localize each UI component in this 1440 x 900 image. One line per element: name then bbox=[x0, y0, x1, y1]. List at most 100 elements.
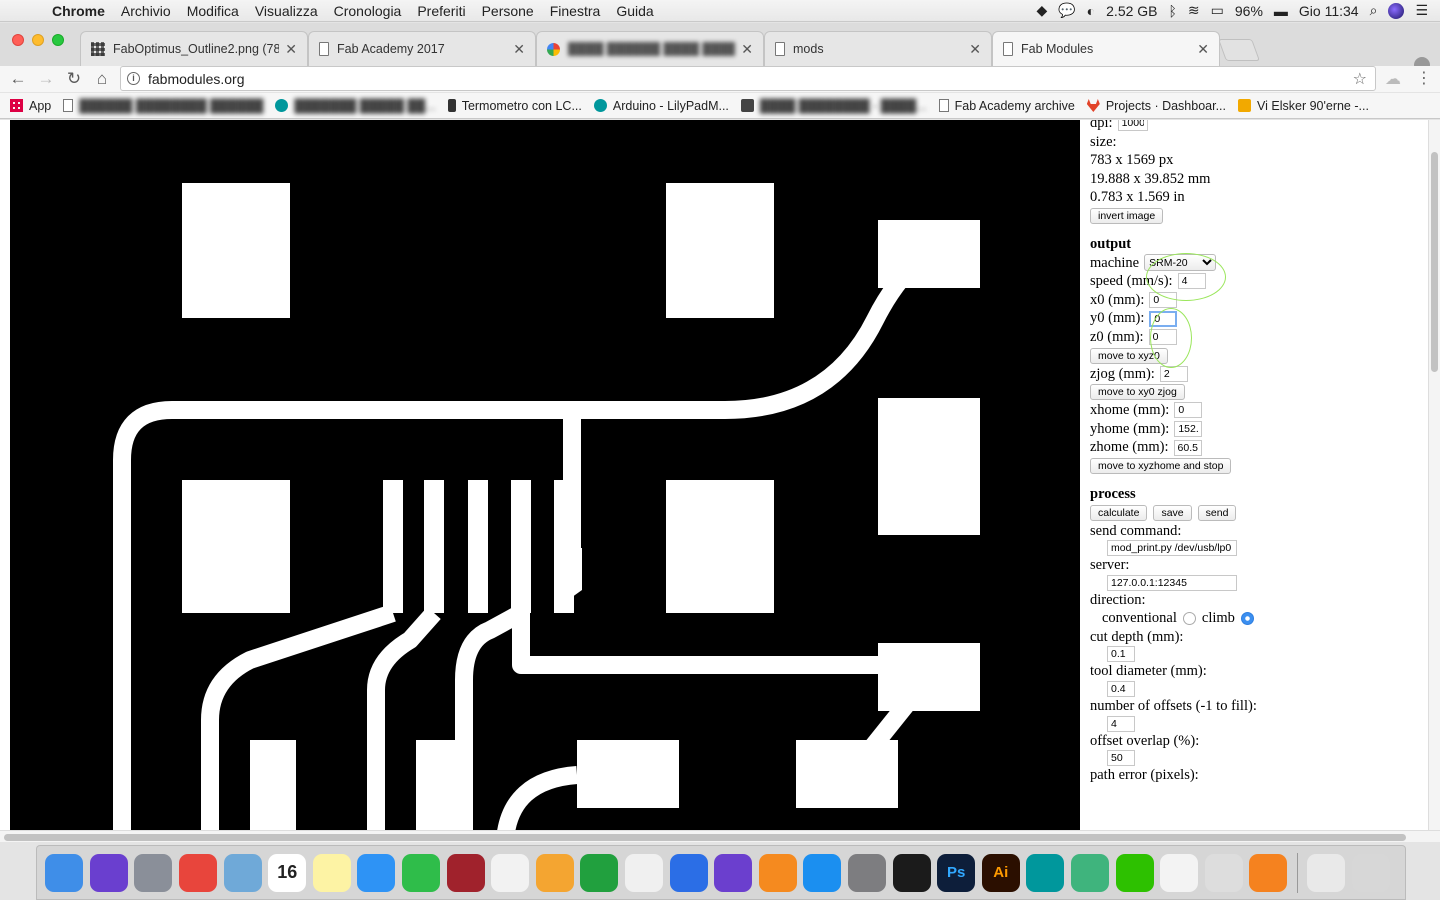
forward-arrow-icon[interactable]: → bbox=[32, 69, 60, 89]
facetime-icon[interactable] bbox=[402, 853, 441, 892]
move-to-xy0-zjog-button[interactable]: move to xy0 zjog bbox=[1090, 384, 1185, 401]
launchpad-icon[interactable] bbox=[134, 853, 173, 892]
wechat-icon[interactable] bbox=[1115, 853, 1154, 892]
sketch-icon[interactable] bbox=[1160, 853, 1199, 892]
new-tab-button[interactable] bbox=[1217, 39, 1261, 61]
menu-persone[interactable]: Persone bbox=[474, 3, 542, 19]
bookmark-apps[interactable]: App bbox=[10, 99, 51, 113]
reload-icon[interactable]: ↻ bbox=[60, 69, 88, 89]
chat-bubble-icon[interactable]: 💬 bbox=[1058, 2, 1075, 19]
back-arrow-icon[interactable]: ← bbox=[4, 69, 32, 89]
bookmark-vi-elsker[interactable]: Vi Elsker 90'erne -... bbox=[1238, 99, 1369, 113]
dropbox-icon[interactable]: ◆ bbox=[1036, 2, 1047, 19]
close-window-button[interactable] bbox=[12, 34, 24, 46]
photos-icon[interactable] bbox=[491, 853, 530, 892]
offsets-input[interactable] bbox=[1107, 715, 1135, 732]
airplay-icon[interactable]: ▭ bbox=[1211, 2, 1224, 19]
conventional-radio[interactable] bbox=[1182, 612, 1196, 626]
close-tab-icon[interactable]: ✕ bbox=[969, 41, 981, 58]
tab-fab-modules[interactable]: Fab Modules ✕ bbox=[992, 31, 1220, 66]
tab-mods[interactable]: mods ✕ bbox=[764, 31, 992, 66]
tool-diameter-input[interactable] bbox=[1107, 681, 1135, 698]
ibooks-icon[interactable] bbox=[758, 853, 797, 892]
bookmark-fab-academy-archive[interactable]: Fab Academy archive bbox=[938, 99, 1075, 113]
preview-icon[interactable] bbox=[223, 853, 262, 892]
battery-icon[interactable]: ▬ bbox=[1274, 3, 1288, 19]
bookmark-star-icon[interactable]: ☆ bbox=[1353, 69, 1367, 89]
wifi-icon[interactable]: ≋ bbox=[1188, 2, 1200, 19]
keynote-icon[interactable] bbox=[669, 853, 708, 892]
menu-finestra[interactable]: Finestra bbox=[542, 3, 609, 19]
messages-icon[interactable] bbox=[357, 853, 396, 892]
bookmark-gitlab-projects[interactable]: Projects · Dashboar... bbox=[1086, 99, 1226, 113]
close-tab-icon[interactable]: ✕ bbox=[513, 41, 525, 58]
numbers-icon[interactable] bbox=[580, 853, 619, 892]
bookmark-blurred-3[interactable]: ████ ████████ - ████... bbox=[740, 99, 927, 113]
itunes-icon[interactable] bbox=[625, 853, 664, 892]
chrome-icon[interactable] bbox=[179, 853, 218, 892]
fusion360-icon[interactable] bbox=[1249, 853, 1288, 892]
menu-visualizza[interactable]: Visualizza bbox=[247, 3, 326, 19]
imovie-icon[interactable] bbox=[714, 853, 753, 892]
finder-icon[interactable] bbox=[45, 853, 84, 892]
yhome-input[interactable] bbox=[1174, 421, 1203, 438]
overlap-input[interactable] bbox=[1107, 750, 1135, 767]
menu-modifica[interactable]: Modifica bbox=[179, 3, 247, 19]
battery-percent[interactable]: 96% bbox=[1235, 3, 1263, 19]
bookmark-termometro[interactable]: Termometro con LC... bbox=[447, 99, 582, 113]
fullscreen-window-button[interactable] bbox=[52, 34, 64, 46]
arduino-icon[interactable] bbox=[1026, 853, 1065, 892]
menu-guida[interactable]: Guida bbox=[608, 3, 661, 19]
climb-radio[interactable] bbox=[1240, 612, 1254, 626]
menu-app-name[interactable]: Chrome bbox=[44, 3, 113, 19]
close-tab-icon[interactable]: ✕ bbox=[1197, 41, 1209, 58]
system-preferences-icon[interactable] bbox=[847, 853, 886, 892]
bookmark-blurred-2[interactable]: ███████ █████ ██... bbox=[275, 99, 436, 113]
zhome-input[interactable] bbox=[1173, 439, 1202, 456]
siri-icon[interactable] bbox=[89, 853, 128, 892]
move-to-xyzhome-button[interactable]: move to xyzhome and stop bbox=[1090, 457, 1232, 474]
bookmark-blurred-1[interactable]: ██████ ████████ ██████ bbox=[63, 99, 263, 113]
address-url[interactable]: fabmodules.org bbox=[148, 71, 245, 87]
spotlight-search-icon[interactable]: ⌕ bbox=[1370, 2, 1378, 19]
horizontal-scrollbar[interactable] bbox=[0, 830, 1440, 842]
address-bar[interactable]: i fabmodules.org ☆ bbox=[120, 66, 1376, 91]
calculate-button[interactable]: calculate bbox=[1090, 504, 1148, 521]
pages-icon[interactable] bbox=[535, 853, 574, 892]
notification-center-icon[interactable]: ☰ bbox=[1415, 2, 1428, 19]
app-store-icon[interactable] bbox=[803, 853, 842, 892]
calendar-icon[interactable]: 16 bbox=[268, 853, 307, 892]
send-button[interactable]: send bbox=[1197, 504, 1237, 521]
inkscape-icon[interactable] bbox=[1204, 853, 1243, 892]
notes-icon[interactable] bbox=[312, 853, 351, 892]
dpi-input[interactable] bbox=[1117, 120, 1148, 132]
bridge-icon[interactable] bbox=[892, 853, 931, 892]
cloud-extension-icon[interactable]: ☁ bbox=[1385, 69, 1401, 89]
save-button[interactable]: save bbox=[1153, 504, 1192, 521]
horizontal-scroll-thumb[interactable] bbox=[4, 834, 1406, 841]
menu-archivio[interactable]: Archivio bbox=[113, 3, 179, 19]
chrome-menu-icon[interactable]: ⋮ bbox=[1416, 68, 1432, 88]
minimize-window-button[interactable] bbox=[32, 34, 44, 46]
clock[interactable]: Gio 11:34 bbox=[1299, 3, 1359, 19]
invert-image-button[interactable]: invert image bbox=[1090, 207, 1164, 224]
server-input[interactable] bbox=[1107, 574, 1237, 591]
close-tab-icon[interactable]: ✕ bbox=[741, 41, 753, 58]
downloads-stack-icon[interactable] bbox=[1306, 853, 1345, 892]
photo-booth-icon[interactable] bbox=[446, 853, 485, 892]
send-command-input[interactable] bbox=[1107, 540, 1237, 557]
memory-gauge-icon[interactable]: ◐ bbox=[1087, 3, 1095, 19]
home-icon[interactable]: ⌂ bbox=[88, 69, 116, 89]
xhome-input[interactable] bbox=[1174, 402, 1203, 419]
memory-readout[interactable]: 2.52 GB bbox=[1106, 3, 1157, 19]
illustrator-icon[interactable]: Ai bbox=[981, 853, 1020, 892]
menu-cronologia[interactable]: Cronologia bbox=[326, 3, 410, 19]
siri-menubar-icon[interactable] bbox=[1388, 2, 1405, 19]
bookmark-arduino-lilypad[interactable]: Arduino - LilyPadM... bbox=[593, 99, 729, 113]
tab-google-search[interactable]: ████ ██████ ████ ██████ ✕ bbox=[536, 31, 764, 66]
photoshop-icon[interactable]: Ps bbox=[937, 853, 976, 892]
tab-faboptimus-outline[interactable]: FabOptimus_Outline2.png (78 ✕ bbox=[80, 31, 308, 66]
menu-preferiti[interactable]: Preferiti bbox=[409, 3, 473, 19]
cut-depth-input[interactable] bbox=[1107, 646, 1135, 663]
zjog-input[interactable] bbox=[1159, 365, 1188, 382]
